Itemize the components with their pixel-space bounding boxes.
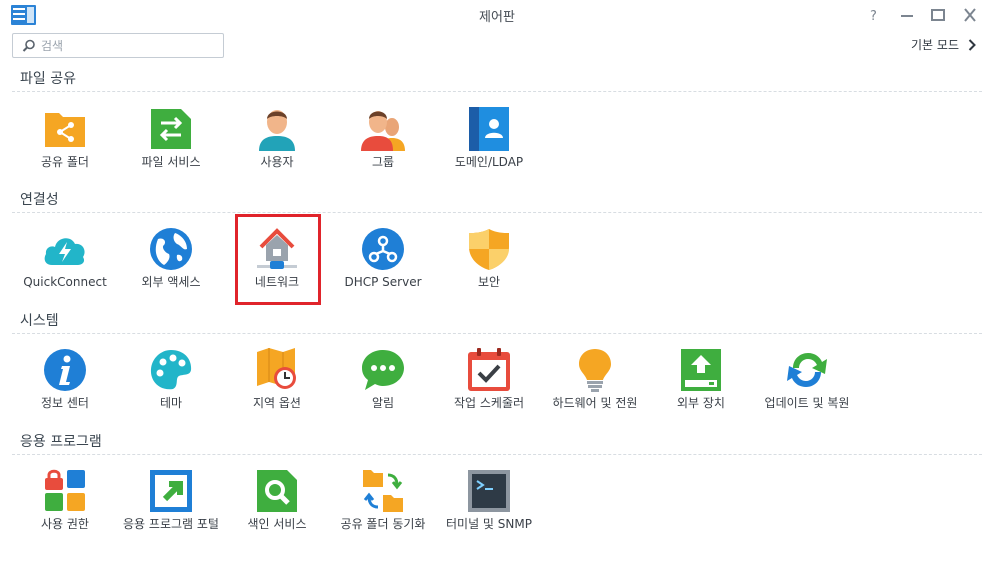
search-icon (22, 39, 35, 52)
item-quickconnect[interactable]: QuickConnect (11, 227, 119, 307)
item-shared-folder-sync[interactable]: 공유 폴더 동기화 (329, 469, 437, 549)
item-indexing-service[interactable]: 색인 서비스 (223, 469, 331, 549)
external-access-icon (150, 228, 192, 270)
item-user[interactable]: 사용자 (223, 107, 331, 187)
item-label: 지역 옵션 (253, 396, 301, 410)
item-domain-ldap[interactable]: 도메인/LDAP (435, 107, 543, 187)
section-title-file-sharing: 파일 공유 (20, 71, 76, 87)
update-restore-icon (787, 353, 827, 387)
item-shared-folder[interactable]: 공유 폴더 (11, 107, 119, 187)
item-label: 사용 권한 (41, 517, 89, 531)
item-label: 외부 장치 (677, 396, 725, 410)
info-center-icon (44, 349, 86, 391)
svg-text:?: ? (870, 9, 877, 23)
security-icon (469, 229, 509, 270)
item-label: 그룹 (371, 155, 395, 169)
item-label: QuickConnect (23, 275, 107, 289)
item-update-restore[interactable]: 업데이트 및 복원 (753, 348, 861, 428)
item-label: 작업 스케줄러 (453, 396, 525, 410)
network-highlight-box (235, 214, 321, 305)
item-group[interactable]: 그룹 (329, 107, 437, 187)
item-label: 색인 서비스 (247, 517, 307, 531)
item-label: 공유 폴더 (41, 155, 89, 169)
close-icon[interactable] (961, 7, 979, 23)
item-external-devices[interactable]: 외부 장치 (647, 348, 755, 428)
section-title-applications: 응용 프로그램 (20, 434, 102, 450)
task-scheduler-icon (468, 348, 510, 391)
indexing-service-icon (257, 470, 297, 512)
item-label: 업데이트 및 복원 (764, 396, 850, 410)
item-file-services[interactable]: 파일 서비스 (117, 107, 225, 187)
basic-mode-link[interactable]: 기본 모드 (911, 36, 976, 53)
item-label: 파일 서비스 (141, 155, 201, 169)
quickconnect-icon (44, 238, 85, 265)
item-notification[interactable]: 알림 (329, 348, 437, 428)
item-terminal-snmp[interactable]: 터미널 및 SNMP (435, 469, 543, 549)
search-box[interactable] (12, 33, 224, 58)
item-regional-options[interactable]: 지역 옵션 (223, 348, 331, 428)
notification-icon (362, 350, 404, 390)
item-label: 공유 폴더 동기화 (340, 517, 426, 531)
shared-folder-sync-icon (363, 470, 403, 512)
regional-options-icon (257, 348, 296, 389)
item-app-privileges[interactable]: 사용 권한 (11, 469, 119, 549)
item-label: 도메인/LDAP (454, 155, 524, 169)
help-icon[interactable]: ? (866, 7, 884, 23)
basic-mode-label: 기본 모드 (911, 38, 959, 52)
item-label: 응용 프로그램 포털 (123, 517, 219, 531)
shared-folder-icon (45, 113, 85, 147)
window-title: 제어판 (479, 10, 515, 25)
section-title-connectivity: 연결성 (20, 192, 59, 208)
external-devices-icon (681, 349, 721, 391)
item-external-access[interactable]: 외부 액세스 (117, 227, 225, 307)
user-icon (259, 110, 295, 151)
item-label: DHCP Server (344, 275, 422, 289)
item-label: 터미널 및 SNMP (446, 517, 532, 531)
theme-icon (150, 350, 192, 390)
chevron-right-icon (968, 38, 976, 51)
hardware-power-icon (579, 349, 611, 392)
item-label: 정보 센터 (41, 396, 89, 410)
item-label: 알림 (371, 396, 395, 410)
minimize-icon[interactable] (898, 7, 916, 23)
item-task-scheduler[interactable]: 작업 스케줄러 (435, 348, 543, 428)
terminal-snmp-icon (468, 470, 510, 512)
section-divider (12, 454, 982, 455)
maximize-icon[interactable] (929, 7, 947, 23)
item-theme[interactable]: 테마 (117, 348, 225, 428)
search-input[interactable] (41, 36, 219, 55)
section-divider (12, 333, 982, 334)
application-portal-icon (150, 470, 192, 512)
section-divider (12, 91, 982, 92)
file-services-icon (151, 109, 191, 149)
section-divider (12, 212, 982, 213)
item-label: 외부 액세스 (141, 275, 201, 289)
item-label: 보안 (477, 275, 501, 289)
title-bar: 제어판 ? (0, 0, 994, 30)
domain-ldap-icon (469, 107, 509, 151)
item-label: 하드웨어 및 전원 (552, 396, 638, 410)
item-security[interactable]: 보안 (435, 227, 543, 307)
item-application-portal[interactable]: 응용 프로그램 포털 (117, 469, 225, 549)
group-icon (361, 111, 405, 151)
item-info-center[interactable]: 정보 센터 (11, 348, 119, 428)
item-label: 테마 (159, 396, 183, 410)
app-privileges-icon (45, 469, 85, 511)
item-dhcp-server[interactable]: DHCP Server (329, 227, 437, 307)
dhcp-server-icon (362, 228, 404, 270)
section-title-system: 시스템 (20, 313, 59, 329)
item-hardware-power[interactable]: 하드웨어 및 전원 (541, 348, 649, 428)
item-label: 사용자 (260, 155, 294, 169)
